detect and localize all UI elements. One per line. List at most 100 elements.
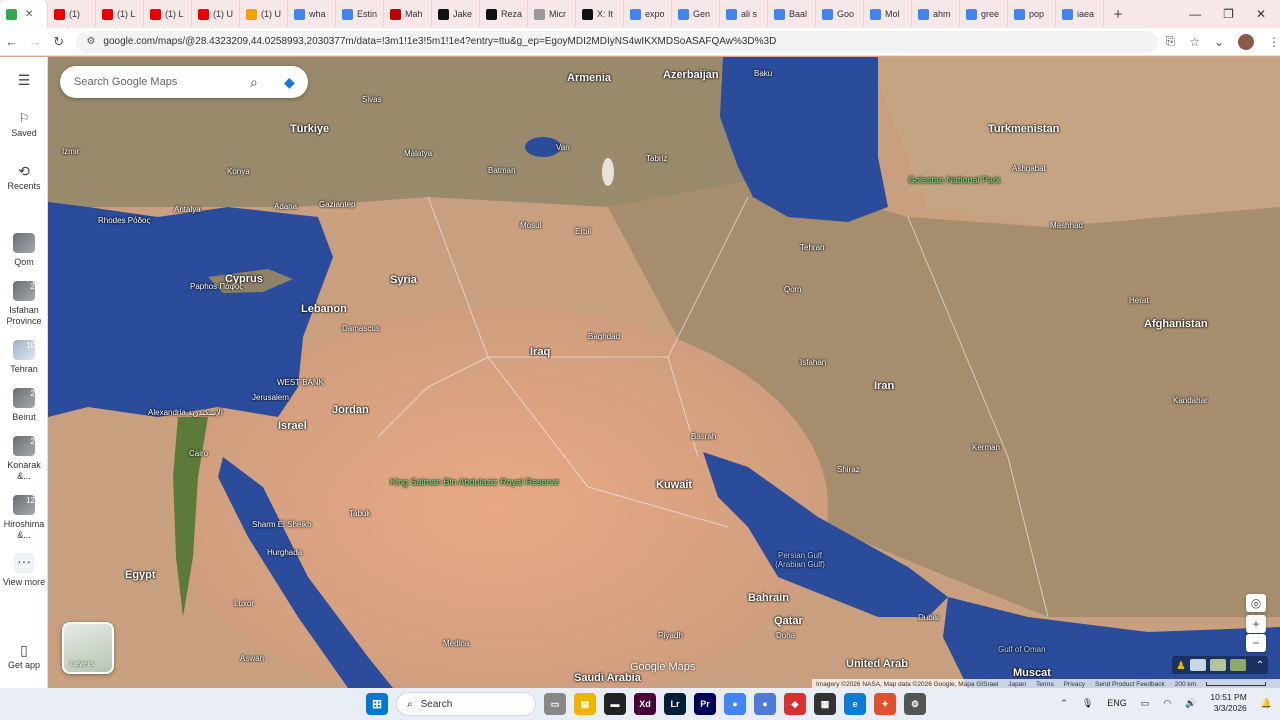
browser-tab[interactable]: (1) L <box>96 0 144 28</box>
attribution-link[interactable]: Send Product Feedback <box>1095 681 1165 688</box>
attribution-link[interactable]: Terms <box>1036 681 1054 688</box>
tray-expand-icon[interactable]: ⌃ <box>1060 698 1068 709</box>
map-label[interactable]: Jordan <box>332 404 369 416</box>
map-label[interactable]: Lebanon <box>301 303 347 315</box>
city-label[interactable]: Kerman <box>972 443 1000 452</box>
city-label[interactable]: Rhodes Ρόδος <box>98 216 150 225</box>
city-label[interactable]: Mashhad <box>1050 221 1083 230</box>
menu-button[interactable]: ☰ <box>0 73 48 90</box>
wifi-icon[interactable]: ◠ <box>1163 698 1171 709</box>
city-label[interactable]: Alexandria الإسكندرية <box>148 408 223 417</box>
city-label[interactable]: Dubai <box>918 613 939 622</box>
layers-button[interactable]: Layers <box>62 622 114 674</box>
browser-tab[interactable]: X: It <box>576 0 624 28</box>
browser-tab[interactable]: Gen <box>672 0 720 28</box>
map-label[interactable]: Iran <box>874 380 894 392</box>
city-label[interactable]: Baghdad <box>588 332 620 341</box>
browser-menu-icon[interactable]: ⋮ <box>1268 35 1280 49</box>
sidebar-item-tehran[interactable]: 10 Tehran <box>0 340 48 375</box>
display-icon[interactable]: ▭ <box>1141 698 1150 709</box>
browser-tab[interactable]: Mah <box>384 0 432 28</box>
browser-tab[interactable]: Estin <box>336 0 384 28</box>
map-label[interactable]: Armenia <box>567 72 611 84</box>
close-tab-icon[interactable]: ✕ <box>25 9 33 20</box>
search-icon[interactable]: ⌕ <box>250 74 258 91</box>
city-label[interactable]: Shiraz <box>837 465 860 474</box>
city-label[interactable]: Gaziantep <box>319 200 355 209</box>
microphone-icon[interactable]: 🎙 <box>1082 698 1093 709</box>
city-label[interactable]: Isfahan <box>800 358 826 367</box>
maximize-button[interactable]: ❐ <box>1223 7 1234 21</box>
map-label[interactable]: Azerbaijan <box>663 69 719 81</box>
language-indicator[interactable]: ENG <box>1107 698 1127 708</box>
city-label[interactable]: Tabuk <box>349 509 370 518</box>
map-label[interactable]: Muscat <box>1013 667 1051 679</box>
city-label[interactable]: Herat <box>1129 296 1149 305</box>
attribution-link[interactable]: Privacy <box>1064 681 1085 688</box>
task-view-icon[interactable]: ▭ <box>544 693 566 715</box>
city-label[interactable]: Konya <box>227 167 250 176</box>
city-label[interactable]: Izmir <box>62 147 79 156</box>
volume-icon[interactable]: 🔊 <box>1185 698 1196 709</box>
lightroom-icon[interactable]: Lr <box>664 693 686 715</box>
map-label[interactable]: Bahrain <box>748 592 789 604</box>
browser-tab[interactable]: iaea <box>1056 0 1104 28</box>
city-label[interactable]: Hurghada <box>267 548 302 557</box>
city-label[interactable]: Jerusalem <box>252 393 289 402</box>
city-label[interactable]: Batman <box>488 166 516 175</box>
map-label[interactable]: Egypt <box>125 569 156 581</box>
settings-icon[interactable]: ⚙ <box>904 693 926 715</box>
minimize-button[interactable]: — <box>1189 7 1201 21</box>
park-label[interactable]: Golestan National Park <box>908 175 1001 185</box>
expand-icon[interactable]: ⌃ <box>1256 660 1264 671</box>
city-label[interactable]: Tehran <box>800 243 824 252</box>
city-label[interactable]: Doha <box>776 631 795 640</box>
map-label[interactable]: Afghanistan <box>1144 318 1208 330</box>
map-label[interactable]: Qatar <box>774 615 803 627</box>
scale-label[interactable]: 200 km <box>1175 681 1196 688</box>
map-label[interactable]: Saudi Arabia <box>574 672 641 684</box>
map-label[interactable]: Syria <box>390 274 417 286</box>
install-app-icon[interactable]: ⎘ <box>1166 34 1176 49</box>
terminal-icon[interactable]: ▬ <box>604 693 626 715</box>
chrome-icon[interactable]: ● <box>724 693 746 715</box>
city-label[interactable]: Tabriz <box>646 154 667 163</box>
browser-tab[interactable]: expo <box>624 0 672 28</box>
url-field[interactable]: ⚙ google.com/maps/@28.4323209,44.0258993… <box>76 30 1158 53</box>
city-label[interactable]: Mosul <box>520 221 541 230</box>
browser-tab[interactable]: Baal <box>768 0 816 28</box>
city-label[interactable]: Damascus <box>342 324 380 333</box>
park-label[interactable]: King Salman Bin Abdulaziz Royal Reserve <box>390 477 559 487</box>
attribution-link[interactable]: Japan <box>1008 681 1026 688</box>
app-orange-icon[interactable]: ✦ <box>874 693 896 715</box>
city-label[interactable]: Ashgabat <box>1012 164 1046 173</box>
browser-tab[interactable]: Micr <box>528 0 576 28</box>
taskbar-search[interactable]: ⌕ Search <box>396 692 536 716</box>
sidebar-item-beirut[interactable]: 2 Beirut <box>0 388 48 423</box>
city-label[interactable]: Sivas <box>362 95 382 104</box>
map-label[interactable]: Kuwait <box>656 479 692 491</box>
pegman-icon[interactable]: ♟ <box>1176 659 1186 672</box>
site-info-icon[interactable]: ⚙ <box>86 36 95 47</box>
city-label[interactable]: Baku <box>754 69 772 78</box>
file-explorer-icon[interactable]: ▤ <box>574 693 596 715</box>
browser-tab[interactable]: (1) U <box>240 0 288 28</box>
browser-tab[interactable]: Goo <box>816 0 864 28</box>
my-location-icon[interactable]: ◎ <box>1246 594 1266 612</box>
city-label[interactable]: Aswan <box>240 654 264 663</box>
sidebar-item-konarak[interactable]: 2 Konarak &... <box>0 436 48 482</box>
satellite-map[interactable]: Armenia Azerbaijan Türkiye Turkmenistan … <box>48 57 1280 688</box>
sidebar-item-hiroshima[interactable]: 12 Hiroshima &... <box>0 495 48 541</box>
app-store-icon[interactable]: ▦ <box>814 693 836 715</box>
imagery-thumbnail[interactable] <box>1189 659 1206 671</box>
city-label[interactable]: Paphos Πάφος <box>190 282 243 291</box>
sidebar-item-view-more[interactable]: ··· View more <box>0 553 48 588</box>
city-label[interactable]: Luxor <box>234 599 254 608</box>
windows-start-icon[interactable]: ⊞ <box>366 693 388 715</box>
city-label[interactable]: Riyadh <box>658 631 683 640</box>
browser-tab[interactable]: ✕ <box>0 0 48 28</box>
city-label[interactable]: Antalya <box>174 205 201 214</box>
bookmark-star-icon[interactable]: ☆ <box>1189 35 1200 49</box>
city-label[interactable]: Medina <box>443 639 469 648</box>
sidebar-item-isfahan[interactable]: 2 Isfahan Province <box>0 281 48 327</box>
